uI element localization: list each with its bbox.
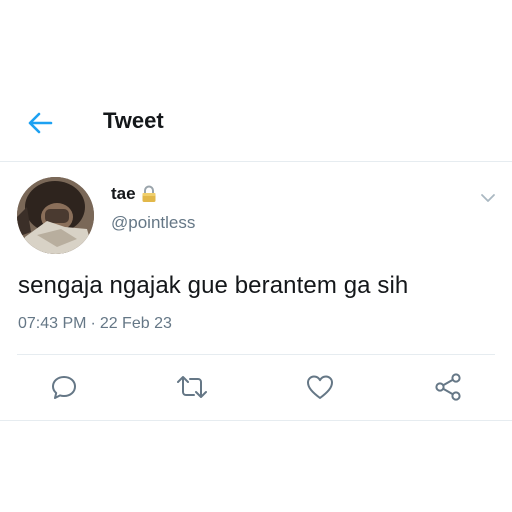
retweet-button[interactable] bbox=[175, 370, 209, 404]
tweet-detail-page: Tweet tae @pointless sengaja ngajak gue … bbox=[0, 0, 512, 512]
like-icon bbox=[307, 375, 333, 399]
avatar-image bbox=[17, 177, 94, 254]
tweet-actions bbox=[0, 370, 512, 404]
header: Tweet bbox=[0, 100, 512, 146]
like-button[interactable] bbox=[303, 370, 337, 404]
action-divider bbox=[17, 354, 495, 355]
arrow-left-icon bbox=[28, 112, 53, 134]
tweet-menu-button[interactable] bbox=[478, 190, 498, 206]
tweet-date[interactable]: 22 Feb 23 bbox=[100, 315, 172, 333]
share-icon bbox=[435, 373, 461, 401]
share-button[interactable] bbox=[431, 370, 465, 404]
user-handle[interactable]: @pointless bbox=[111, 213, 195, 233]
timestamp-separator: · bbox=[90, 315, 96, 332]
tweet-text: sengaja ngajak gue berantem ga sih bbox=[18, 272, 409, 299]
user-name[interactable]: tae bbox=[111, 184, 136, 204]
chevron-down-icon bbox=[481, 194, 495, 202]
lock-icon bbox=[142, 185, 156, 202]
header-divider bbox=[0, 161, 512, 162]
tweet-time[interactable]: 07:43 PM bbox=[18, 315, 86, 333]
timestamp: 07:43 PM · 22 Feb 23 bbox=[18, 315, 172, 333]
retweet-icon bbox=[177, 376, 207, 398]
back-button[interactable] bbox=[26, 110, 54, 136]
avatar[interactable] bbox=[17, 177, 94, 254]
reply-button[interactable] bbox=[47, 370, 81, 404]
bottom-divider bbox=[0, 420, 512, 421]
user-name-row: tae bbox=[111, 184, 157, 204]
reply-icon bbox=[52, 376, 76, 399]
page-title: Tweet bbox=[103, 108, 164, 133]
